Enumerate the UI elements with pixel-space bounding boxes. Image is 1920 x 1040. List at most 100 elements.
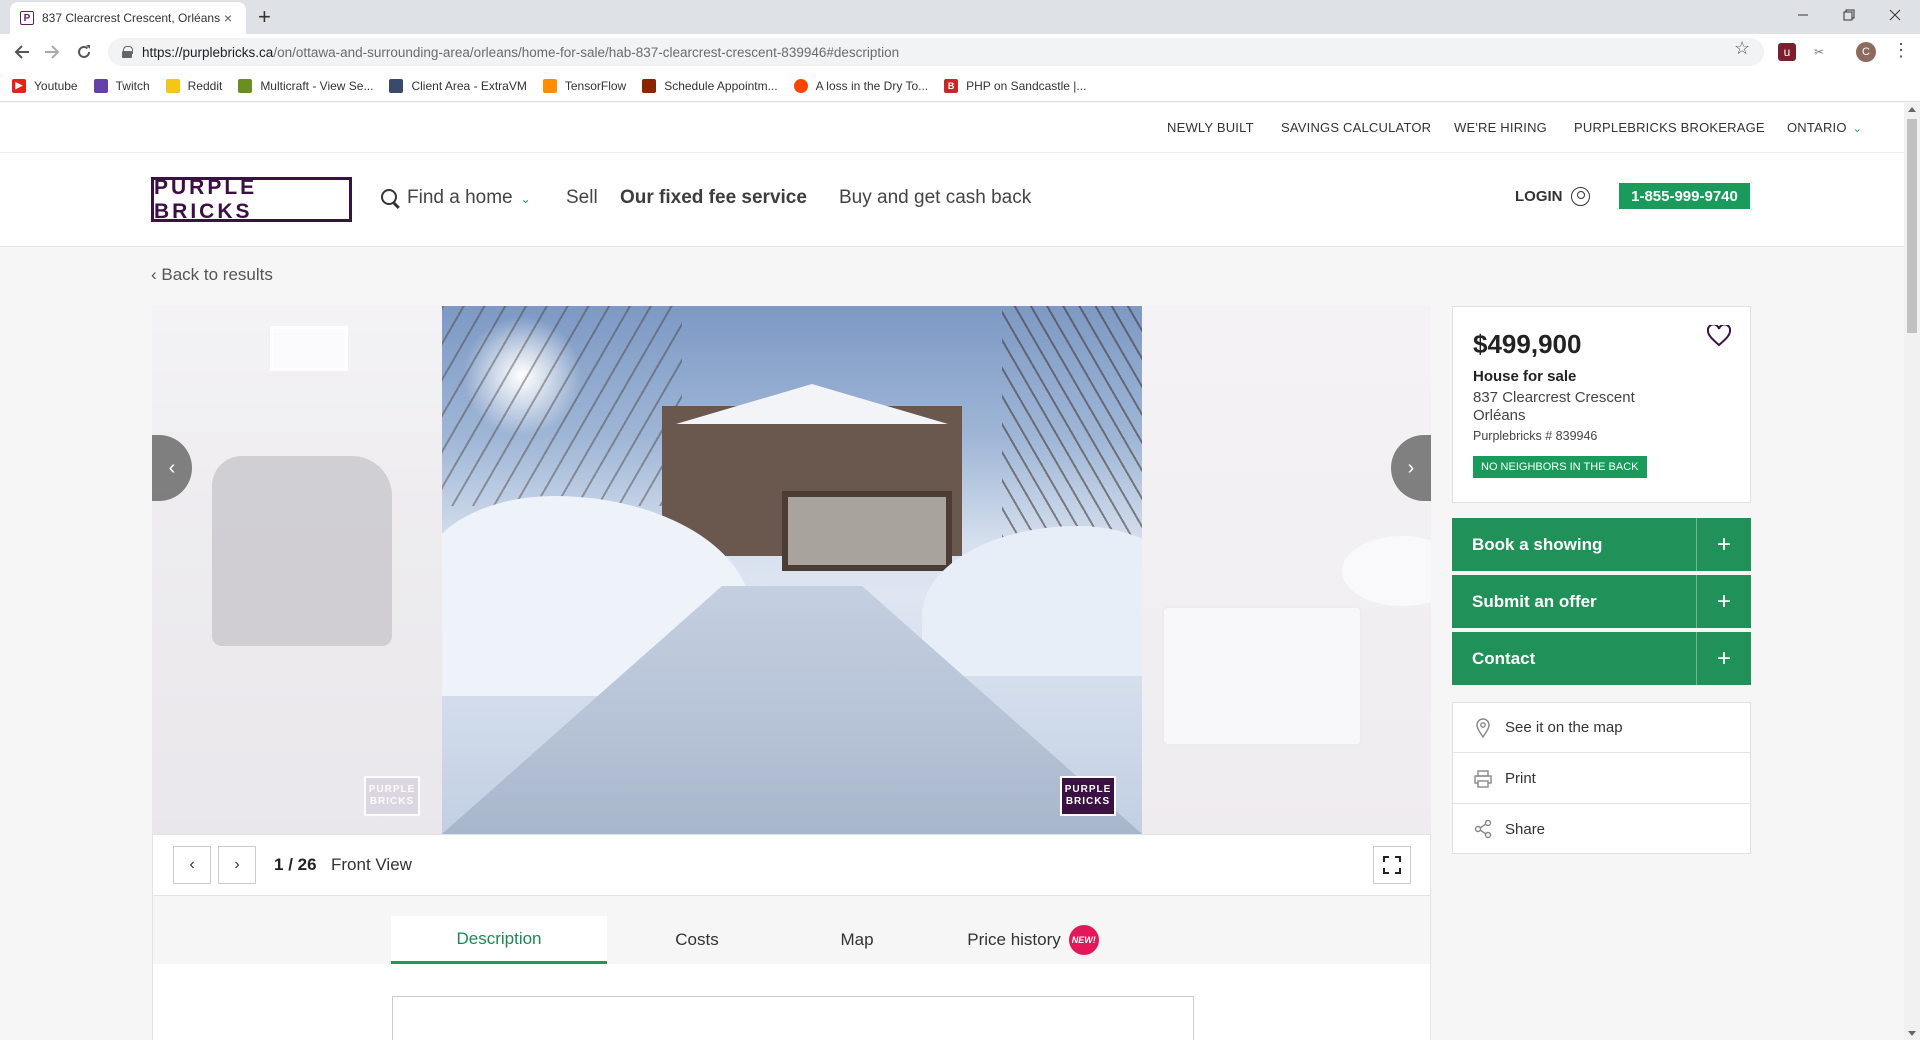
profile-avatar[interactable]: C [1856,42,1876,62]
chevron-right-icon: › [1407,456,1415,479]
folder-icon [165,78,180,93]
nav-fixed-fee[interactable]: Our fixed fee service [620,187,807,209]
photo-previous[interactable]: PURPLE BRICKS [152,306,442,834]
address-bar[interactable]: https://purplebricks.ca/on/ottawa-and-su… [108,38,1764,66]
watermark-line: BRICKS [1065,796,1111,807]
print-link[interactable]: Print [1453,754,1750,804]
bookmark-schedule[interactable]: Schedule Appointm... [642,78,778,93]
tab-description[interactable]: Description [391,916,607,964]
browser-toolbar: https://purplebricks.ca/on/ottawa-and-su… [0,34,1920,70]
tab-costs[interactable]: Costs [607,916,787,964]
bookmark-reddit[interactable]: Reddit [165,78,223,93]
schedule-icon [642,78,657,93]
util-link-hiring[interactable]: WE'RE HIRING [1454,120,1547,135]
submit-offer-button[interactable]: Submit an offer + [1452,575,1751,628]
reload-icon[interactable] [72,40,96,64]
util-link-savings-calculator[interactable]: SAVINGS CALCULATOR [1281,120,1431,135]
tab-price-history[interactable]: Price history NEW! [943,916,1123,964]
photo-garage [782,491,952,571]
listing-links: See it on the map Print Share [1452,702,1751,854]
bookmark-dry-to[interactable]: A loss in the Dry To... [793,78,928,93]
bookmarks-bar: ▶ Youtube Twitch Reddit Multicraft - View… [0,70,1920,102]
twitch-icon [93,78,108,93]
bookmark-twitch[interactable]: Twitch [93,78,150,93]
main-nav: PURPLE BRICKS Find a home ⌄ Sell Our fixe… [0,153,1904,247]
util-link-newly-built[interactable]: NEWLY BUILT [1167,120,1254,135]
scrollbar-thumb[interactable] [1907,119,1917,333]
bookmark-multicraft[interactable]: Multicraft - View Se... [238,78,373,93]
listing-number: Purplebricks # 839946 [1473,429,1598,443]
login-label: LOGIN [1515,188,1563,205]
share-link[interactable]: Share [1453,804,1750,854]
nav-find-home[interactable]: Find a home ⌄ [381,187,531,209]
browser-menu-icon[interactable]: ⋮ [1892,40,1910,61]
region-label: ONTARIO [1787,120,1847,135]
contact-label: Contact [1472,648,1536,668]
close-window-icon[interactable] [1872,0,1918,30]
bookmark-label: Youtube [34,78,78,93]
listing-summary-card: $499,900 House for sale 837 Clearcrest C… [1452,306,1751,503]
photo-next[interactable] [1142,306,1431,834]
prev-photo-button[interactable]: ‹ [173,846,211,884]
new-tab-button[interactable]: + [258,6,271,28]
property-type: House for sale [1473,368,1577,385]
bookmark-php[interactable]: B PHP on Sandcastle |... [944,78,1087,93]
book-showing-button[interactable]: Book a showing + [1452,518,1751,571]
photo-overlay [152,306,442,834]
nav-cash-back[interactable]: Buy and get cash back [839,187,1031,209]
minimize-icon[interactable] [1780,0,1826,30]
restore-icon[interactable] [1826,0,1872,30]
browser-tab[interactable]: P 837 Clearcrest Crescent, Orléans × [10,2,246,34]
bookmark-star-icon[interactable]: ☆ [1734,38,1750,59]
tab-title: 837 Clearcrest Crescent, Orléans [42,11,220,25]
login-link[interactable]: LOGIN [1515,187,1590,206]
nav-sell[interactable]: Sell [566,187,598,209]
bookmark-label: PHP on Sandcastle |... [966,78,1087,93]
util-link-brokerage[interactable]: PURPLEBRICKS BROKERAGE [1574,120,1765,135]
back-arrow-icon[interactable] [10,40,34,64]
scroll-up-icon[interactable] [1908,107,1916,112]
contact-button[interactable]: Contact + [1452,632,1751,685]
user-icon [1570,187,1590,206]
reddit-icon [793,78,808,93]
book-showing-label: Book a showing [1472,534,1603,554]
bookmark-extravm[interactable]: Client Area - ExtraVM [389,78,527,93]
map-pin-icon [1476,718,1490,738]
purplebricks-watermark-icon: PURPLE BRICKS [364,776,420,816]
multicraft-icon [238,78,253,93]
see-on-map-link[interactable]: See it on the map [1453,703,1750,753]
page-scrollbar[interactable] [1904,103,1920,1040]
scroll-down-icon[interactable] [1908,1031,1916,1036]
bookmark-label: Reddit [187,78,223,93]
extension-shield-icon[interactable]: u [1778,43,1796,61]
browser-tabstrip: P 837 Clearcrest Crescent, Orléans × + [0,0,1920,34]
url-path: /on/ottawa-and-surrounding-area/orleans/… [273,44,900,60]
photo-current[interactable]: PURPLE BRICKS [442,306,1142,834]
extension-puzzle-icon[interactable]: ✂ [1810,43,1828,61]
bookmark-youtube[interactable]: ▶ Youtube [12,78,78,93]
listing-price: $499,900 [1473,329,1582,359]
tab-price-history-label: Price history [967,930,1061,949]
fullscreen-button[interactable] [1373,846,1411,884]
forward-arrow-icon[interactable] [40,40,64,64]
heart-icon[interactable] [1706,323,1732,352]
phone-button[interactable]: 1-855-999-9740 [1619,183,1750,209]
tab-close-icon[interactable]: × [220,10,236,26]
bookmark-tensorflow[interactable]: TensorFlow [542,78,626,93]
extravm-icon [389,78,404,93]
tab-map[interactable]: Map [787,916,927,964]
next-photo-button[interactable]: › [218,846,256,884]
listing-tabs: Description Costs Map Price history NEW! [153,896,1430,964]
chevron-down-icon: ⌄ [1852,123,1863,135]
photo-trees [442,306,682,506]
back-to-results-link[interactable]: ‹ Back to results [151,265,273,285]
page: NEWLY BUILT SAVINGS CALCULATOR WE'RE HIR… [0,103,1904,1040]
share-icon [1474,819,1492,839]
purplebricks-logo[interactable]: PURPLE BRICKS [151,176,352,223]
gallery-controls: ‹ › 1 / 26 Front View [152,834,1431,896]
chevron-right-icon: › [234,856,240,873]
printer-icon [1474,770,1492,788]
region-selector[interactable]: ONTARIO ⌄ [1787,120,1862,135]
feature-tag: NO NEIGHBORS IN THE BACK [1473,456,1647,478]
url-host: https://purplebricks.ca [142,44,274,60]
